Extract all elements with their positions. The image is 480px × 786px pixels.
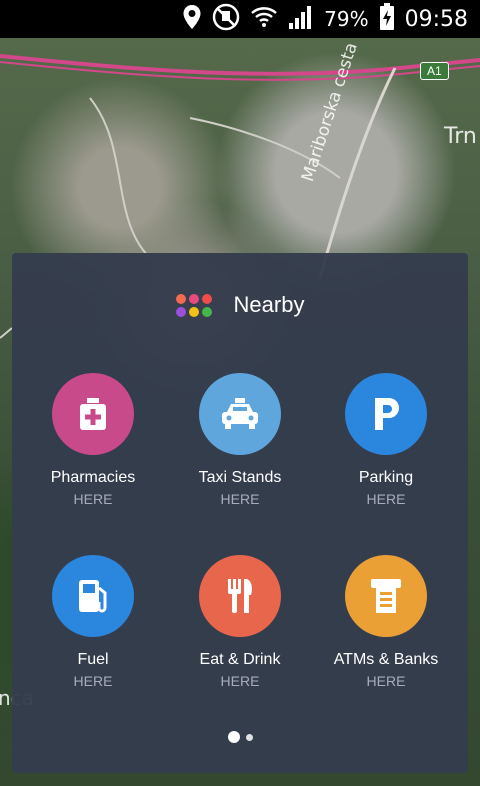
dot xyxy=(175,293,186,304)
pharmacy-icon xyxy=(52,373,134,455)
category-pharmacies[interactable]: Pharmacies HERE xyxy=(20,373,166,507)
taxi-icon xyxy=(199,373,281,455)
category-source: HERE xyxy=(73,673,113,689)
category-label: Taxi Stands xyxy=(198,469,282,486)
wifi-icon xyxy=(250,6,278,32)
mute-icon xyxy=(212,3,240,35)
category-label: Pharmacies xyxy=(50,469,136,486)
page-dot-active[interactable] xyxy=(227,731,240,743)
category-atms-banks[interactable]: ATMs & Banks HERE xyxy=(313,555,459,689)
dot xyxy=(201,293,212,304)
category-source: HERE xyxy=(220,491,260,507)
dot xyxy=(175,306,186,317)
category-fuel[interactable]: Fuel HERE xyxy=(20,555,166,689)
status-bar: 79% 09:58 xyxy=(0,0,480,38)
atm-icon xyxy=(345,555,427,637)
category-label: ATMs & Banks xyxy=(333,651,439,668)
category-source: HERE xyxy=(220,673,260,689)
fuel-icon xyxy=(52,555,134,637)
map-label-town: Trn xyxy=(444,124,477,149)
battery-percent: 79% xyxy=(324,7,369,31)
highway-shield: A1 xyxy=(420,62,449,80)
category-parking[interactable]: Parking HERE xyxy=(313,373,459,507)
battery-charging-icon xyxy=(379,3,395,35)
parking-icon xyxy=(345,373,427,455)
category-eat-drink[interactable]: Eat & Drink HERE xyxy=(167,555,313,689)
page-dot[interactable] xyxy=(245,733,253,741)
clock: 09:58 xyxy=(404,6,468,32)
nearby-panel: Nearby Pharmacies HERE Taxi Stands HERE … xyxy=(12,253,468,773)
category-label: Parking xyxy=(358,469,414,486)
panel-title: Nearby xyxy=(233,292,305,317)
category-taxi-stands[interactable]: Taxi Stands HERE xyxy=(167,373,313,507)
category-source: HERE xyxy=(366,673,406,689)
nearby-header: Nearby xyxy=(12,287,468,323)
location-icon xyxy=(182,4,202,34)
signal-icon xyxy=(288,5,314,33)
nearby-app-icon xyxy=(175,293,212,317)
dot xyxy=(201,306,212,317)
category-label: Fuel xyxy=(77,651,109,668)
highway-label: A1 xyxy=(427,64,442,78)
category-source: HERE xyxy=(73,491,113,507)
dot xyxy=(188,306,199,317)
category-source: HERE xyxy=(366,491,406,507)
dot xyxy=(188,293,199,304)
cutlery-icon xyxy=(199,555,281,637)
category-label: Eat & Drink xyxy=(199,651,281,668)
page-indicator[interactable] xyxy=(12,731,468,743)
